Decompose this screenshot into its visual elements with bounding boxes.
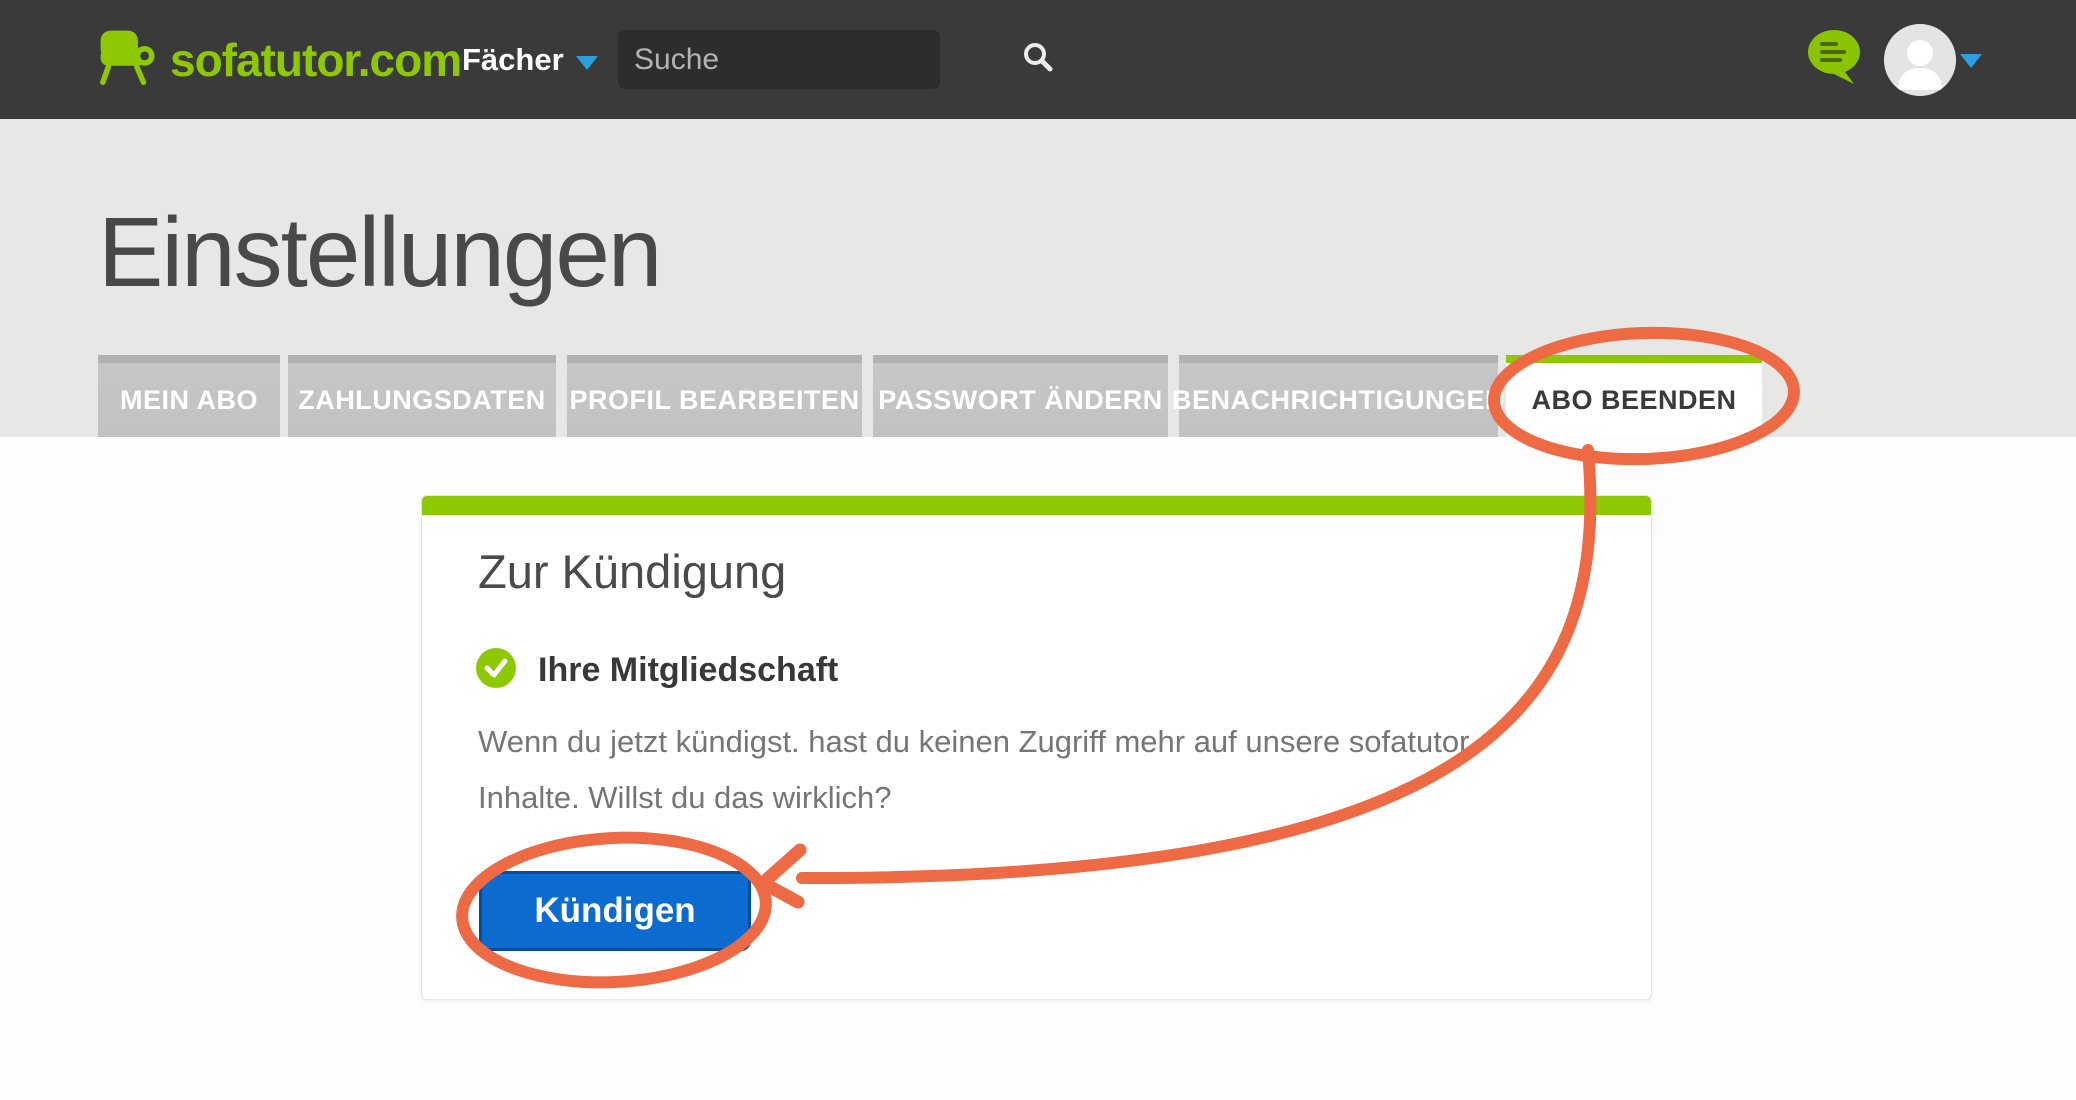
- check-circle-icon: [476, 648, 516, 693]
- search-box: [618, 30, 940, 89]
- faecher-menu[interactable]: Fächer: [462, 0, 598, 119]
- kuendigen-button[interactable]: Kündigen: [479, 871, 751, 951]
- faecher-label: Fächer: [462, 42, 564, 78]
- search-icon[interactable]: [1020, 39, 1056, 80]
- account-chevron-down-icon[interactable]: [1960, 54, 1982, 68]
- chat-bubble-icon[interactable]: [1804, 26, 1868, 93]
- tab-profil-bearbeiten[interactable]: PROFIL BEARBEITEN: [567, 355, 862, 437]
- tab-mein-abo[interactable]: MEIN ABO: [98, 355, 280, 437]
- card-title: Zur Kündigung: [478, 544, 786, 599]
- tab-zahlungsdaten[interactable]: ZAHLUNGSDATEN: [288, 355, 556, 437]
- tab-abo-beenden[interactable]: ABO BEENDEN: [1506, 355, 1762, 437]
- couch-logo-icon: [94, 28, 160, 91]
- membership-status-row: Ihre Mitgliedschaft: [476, 648, 838, 693]
- cancellation-warning-text: Wenn du jetzt kündigst. hast du keinen Z…: [478, 714, 1563, 826]
- card-accent-bar: [422, 496, 1651, 515]
- cancellation-card: Zur Kündigung Ihre Mitgliedschaft Wenn d…: [421, 495, 1652, 1000]
- membership-heading: Ihre Mitgliedschaft: [538, 651, 838, 690]
- top-navigation-bar: sofatutor.com Fächer: [0, 0, 2076, 119]
- logo-text: sofatutor.com: [170, 33, 461, 87]
- tab-benachrichtigungen[interactable]: BENACHRICHTIGUNGEN: [1179, 355, 1498, 437]
- page-title: Einstellungen: [98, 196, 660, 309]
- user-avatar[interactable]: [1884, 24, 1956, 96]
- tab-passwort-aendern[interactable]: PASSWORT ÄNDERN: [873, 355, 1168, 437]
- chevron-down-icon: [576, 56, 598, 70]
- sofatutor-logo[interactable]: sofatutor.com: [94, 28, 461, 91]
- search-input[interactable]: [634, 43, 1020, 77]
